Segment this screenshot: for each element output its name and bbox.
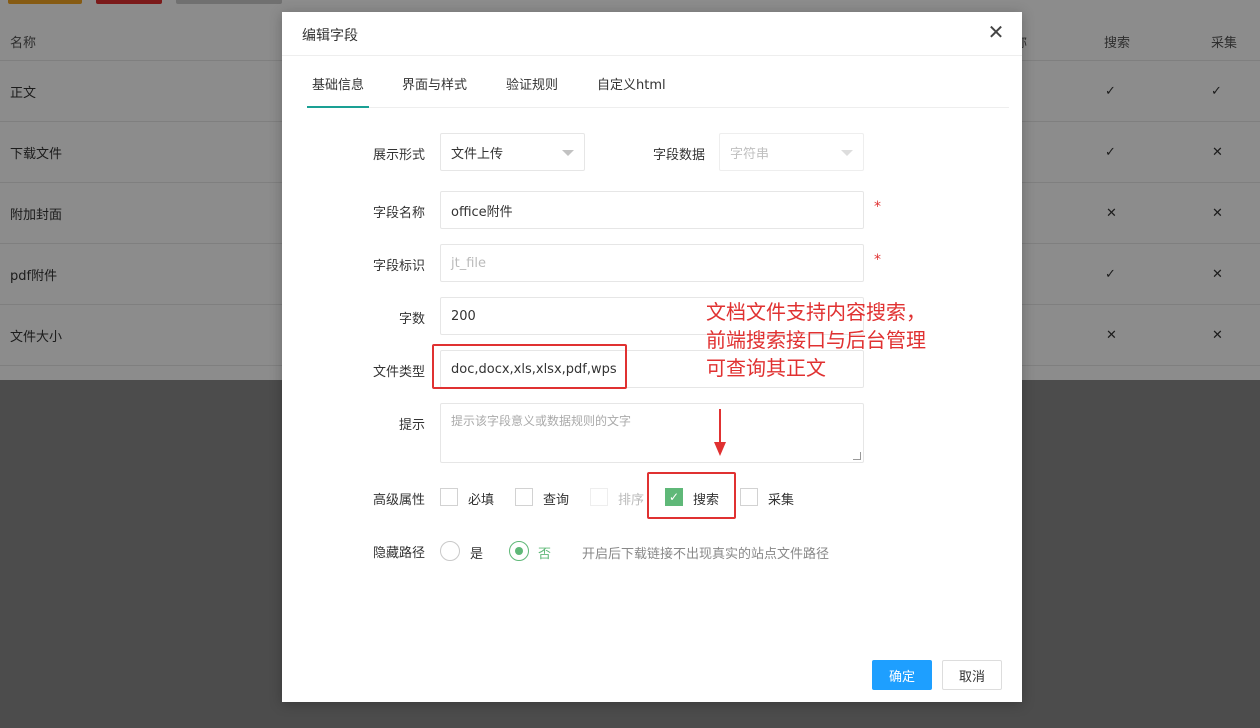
hide-path-hint: 开启后下载链接不出现真实的站点文件路径 — [582, 547, 830, 562]
sort-checkbox — [590, 488, 608, 506]
field-id-input[interactable]: jt_file — [440, 244, 864, 282]
char-count-label: 字数 — [398, 312, 425, 327]
tab-custom-html[interactable]: 自定义html — [597, 68, 666, 108]
required-checkbox[interactable] — [440, 488, 458, 506]
hide-path-label: 隐藏路径 — [372, 546, 425, 561]
query-checkbox[interactable] — [515, 488, 533, 506]
required-mark: * — [874, 252, 881, 268]
tab-basic-info[interactable]: 基础信息 — [307, 68, 370, 108]
arrow-down-icon — [714, 442, 726, 456]
field-id-label: 字段标识 — [372, 259, 425, 274]
field-data-value: 字符串 — [730, 146, 770, 162]
chevron-down-icon — [562, 150, 574, 156]
collect-checkbox-label[interactable]: 采集 — [768, 489, 794, 508]
required-checkbox-label[interactable]: 必填 — [468, 489, 494, 508]
field-data-select: 字符串 — [719, 133, 864, 171]
annotation-arrow-line — [719, 409, 721, 443]
hide-path-yes-radio[interactable] — [440, 541, 460, 561]
display-mode-value: 文件上传 — [451, 146, 504, 162]
hide-path-no-radio[interactable] — [509, 541, 529, 561]
tab-bar: 基础信息 界面与样式 验证规则 自定义html — [307, 68, 1009, 108]
resize-handle-icon[interactable] — [853, 452, 861, 460]
chevron-down-icon — [841, 150, 853, 156]
char-count-value: 200 — [451, 308, 476, 324]
tip-placeholder: 提示该字段意义或数据规则的文字 — [451, 414, 632, 428]
search-highlight-box — [647, 472, 736, 519]
tab-validation-rules[interactable]: 验证规则 — [506, 68, 558, 108]
edit-field-dialog: 编辑字段 ✕ 基础信息 界面与样式 验证规则 自定义html 展示形式 文件上传… — [282, 12, 1022, 702]
tip-textarea[interactable]: 提示该字段意义或数据规则的文字 — [440, 403, 864, 463]
display-mode-label: 展示形式 — [372, 148, 425, 163]
file-type-highlight-box — [432, 344, 627, 389]
field-data-label: 字段数据 — [652, 148, 705, 163]
confirm-button[interactable]: 确定 — [872, 660, 932, 690]
required-mark: * — [874, 199, 881, 215]
annotation-line-1: 文档文件支持内容搜索， — [706, 300, 926, 324]
collect-checkbox[interactable] — [740, 488, 758, 506]
hide-path-yes-label[interactable]: 是 — [470, 543, 483, 562]
field-id-placeholder: jt_file — [451, 255, 487, 271]
hide-path-no-label[interactable]: 否 — [538, 543, 551, 562]
dialog-header: 编辑字段 ✕ — [282, 12, 1022, 56]
annotation-line-3: 可查询其正文 — [706, 356, 826, 380]
display-mode-select[interactable]: 文件上传 — [440, 133, 585, 171]
annotation-text: 文档文件支持内容搜索， 前端搜索接口与后台管理 可查询其正文 — [706, 298, 926, 382]
cancel-button[interactable]: 取消 — [942, 660, 1002, 690]
tip-label: 提示 — [398, 418, 425, 433]
field-name-input[interactable]: office附件 — [440, 191, 864, 229]
tab-interface-style[interactable]: 界面与样式 — [402, 68, 467, 108]
query-checkbox-label[interactable]: 查询 — [543, 489, 569, 508]
annotation-line-2: 前端搜索接口与后台管理 — [706, 328, 926, 352]
dialog-title: 编辑字段 — [302, 28, 358, 44]
file-type-label: 文件类型 — [372, 365, 425, 380]
close-icon[interactable]: ✕ — [986, 22, 1006, 42]
field-name-label: 字段名称 — [372, 206, 425, 221]
advanced-attributes-label: 高级属性 — [372, 493, 425, 508]
sort-checkbox-label: 排序 — [618, 493, 645, 508]
field-name-value: office附件 — [451, 204, 513, 220]
